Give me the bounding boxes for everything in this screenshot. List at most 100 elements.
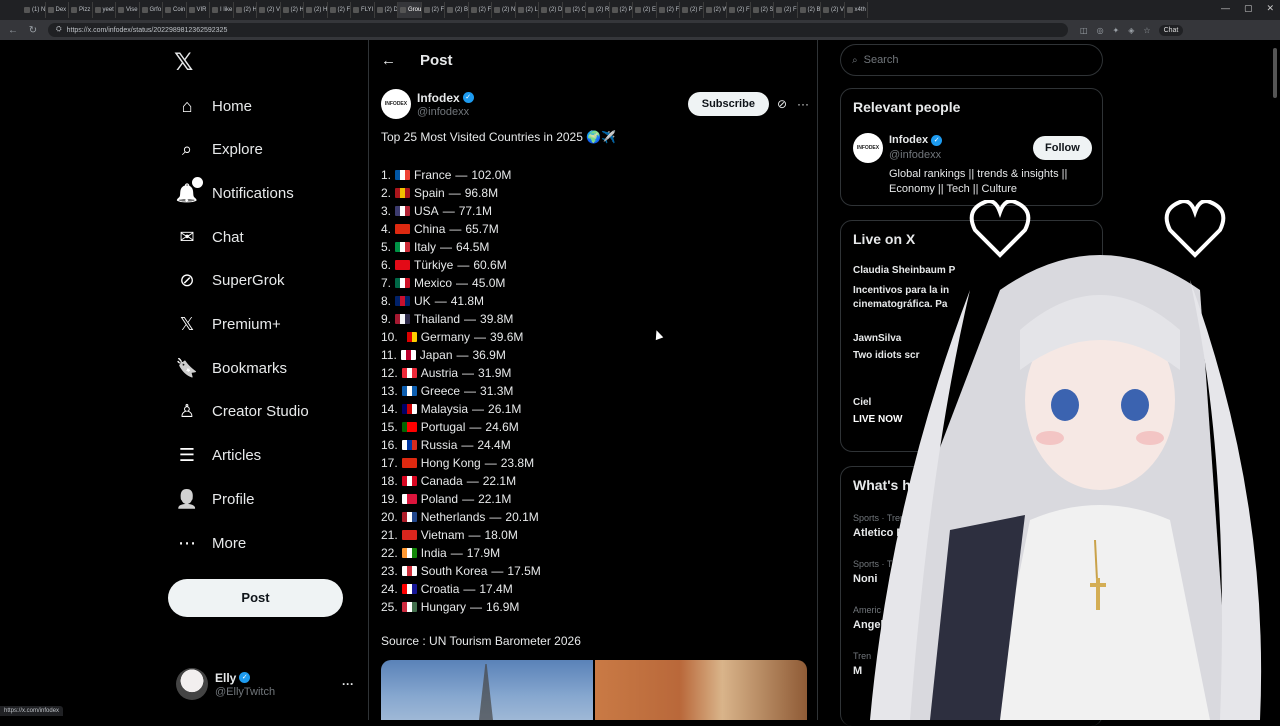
back-arrow-icon[interactable]: ←	[381, 52, 396, 69]
author-avatar[interactable]: INFODEX	[381, 89, 411, 119]
browser-tab[interactable]: FLYI	[351, 2, 375, 18]
media-image-spain[interactable]	[595, 660, 807, 720]
reload-icon[interactable]: ↻	[26, 25, 40, 36]
back-icon[interactable]: ←	[6, 25, 20, 36]
more-icon[interactable]: ···	[797, 97, 809, 111]
sidebar-item-premium[interactable]: 𝕏 Premium+	[176, 310, 281, 340]
browser-tab[interactable]: yeet	[93, 2, 116, 18]
extension-icon[interactable]: ◫	[1080, 26, 1088, 35]
grok-icon[interactable]: ⊘	[777, 97, 787, 111]
star-icon[interactable]: ☆	[1143, 26, 1150, 35]
live-item[interactable]: Claudia Sheinbaum P Incentivos para la i…	[853, 265, 955, 312]
browser-tab[interactable]: (2) F	[469, 2, 492, 18]
browser-tab[interactable]: (2) H	[234, 2, 257, 18]
browser-tab[interactable]: (2) C	[563, 2, 586, 18]
scrollbar-thumb[interactable]	[1273, 48, 1277, 98]
browser-tab[interactable]: (2) F	[680, 2, 704, 18]
eiffel-tower-shape	[479, 664, 493, 720]
page-scrollbar[interactable]	[1272, 40, 1278, 720]
sidebar-item-articles[interactable]: ☰ Articles	[176, 441, 261, 471]
browser-tab[interactable]: Dex	[46, 2, 69, 18]
x-icon: 𝕏	[179, 314, 195, 334]
maximize-icon[interactable]: ▢	[1244, 3, 1253, 14]
browser-tab[interactable]: I like	[210, 2, 234, 18]
trend-name[interactable]: Angeli	[853, 619, 887, 631]
trend-name[interactable]: M	[853, 665, 862, 677]
sidebar-item-chat[interactable]: ✉ Chat	[176, 222, 243, 252]
close-icon[interactable]: ✕	[1266, 3, 1274, 14]
sidebar-item-explore[interactable]: ⌕ Explore	[176, 135, 263, 165]
list-item: 16. Russia —24.4M	[381, 436, 541, 454]
browser-tab[interactable]: VIR	[187, 2, 210, 18]
browser-tab[interactable]: (1) N	[22, 2, 46, 18]
extension-icon[interactable]: ✦	[1113, 26, 1120, 35]
live-item[interactable]: JawnSilva Two idiots scr	[853, 333, 920, 361]
browser-tab[interactable]: x4th	[845, 2, 868, 18]
avatar[interactable]: INFODEX	[853, 133, 883, 163]
subscribe-button[interactable]: Subscribe	[687, 92, 769, 116]
browser-tab[interactable]: (2) D	[375, 2, 398, 18]
browser-tab[interactable]: (2) F	[422, 2, 445, 18]
sidebar-item-bookmarks[interactable]: 🔖 Bookmarks	[176, 353, 287, 383]
live-item[interactable]: Ciel LIVE NOW	[853, 397, 902, 425]
sidebar-item-notifications[interactable]: 🔔 2 Notifications	[176, 177, 294, 208]
favicon-icon	[376, 7, 383, 13]
trend-name[interactable]: Atletico M	[853, 527, 906, 539]
browser-tab[interactable]: (2) H	[304, 2, 328, 18]
browser-tab[interactable]: (2) B	[798, 2, 821, 18]
extension-icon[interactable]: ◎	[1097, 26, 1104, 35]
browser-tab[interactable]: (2) V	[257, 2, 281, 18]
browser-tab[interactable]: (2) R	[586, 2, 610, 18]
account-switcher[interactable]: Elly ✓ @EllyTwitch ···	[176, 666, 354, 702]
card-title: Relevant people	[853, 99, 961, 115]
sidebar-item-profile[interactable]: 👤 Profile	[176, 484, 255, 514]
chat-pill-button[interactable]: Chat	[1158, 24, 1184, 36]
browser-tab[interactable]: (2) S	[751, 2, 774, 18]
browser-tab[interactable]: (2) F	[727, 2, 751, 18]
compose-post-button[interactable]: Post	[168, 579, 343, 617]
browser-tab[interactable]: Grfo	[140, 2, 163, 18]
browser-tab[interactable]: Pizz	[69, 2, 93, 18]
browser-tab[interactable]: (2) B	[445, 2, 469, 18]
sidebar-item-creator-studio[interactable]: ♙ Creator Studio	[176, 397, 309, 427]
trend-name[interactable]: Noni	[853, 573, 877, 585]
search-input[interactable]: ⌕ Search	[840, 44, 1103, 76]
person-name[interactable]: Infodex	[889, 134, 928, 146]
sidebar-item-home[interactable]: ⌂ Home	[176, 91, 252, 121]
author-name[interactable]: Infodex	[417, 91, 460, 105]
browser-tab[interactable]: (2) V	[821, 2, 845, 18]
favicon-icon	[259, 7, 265, 13]
rank-number: 8.	[381, 294, 392, 308]
browser-tab[interactable]: (2) W	[704, 2, 727, 18]
country-name: Portugal	[420, 420, 466, 434]
extension-icon[interactable]: ◈	[1128, 26, 1134, 35]
browser-tab[interactable]: (2) N	[492, 2, 516, 18]
more-icon[interactable]: ···	[342, 677, 354, 691]
browser-tab[interactable]: (2) D	[539, 2, 563, 18]
browser-tab[interactable]: (2) H	[281, 2, 304, 18]
visitor-count: 16.9M	[486, 600, 520, 614]
browser-tab[interactable]: (2) L	[516, 2, 539, 18]
browser-tab[interactable]: (2) E	[633, 2, 657, 18]
media-image-paris[interactable]	[381, 660, 593, 720]
follow-button[interactable]: Follow	[1033, 136, 1092, 160]
author-handle[interactable]: @infodexx	[417, 106, 474, 118]
browser-tab[interactable]: Coin	[163, 2, 187, 18]
tab-label: (2) B	[807, 7, 821, 13]
sidebar-item-more[interactable]: ⋯ More	[176, 528, 246, 558]
browser-tab[interactable]: (2) P	[610, 2, 633, 18]
post-media[interactable]	[381, 660, 807, 720]
sidebar-item-supergrok[interactable]: ⊘ SuperGrok	[176, 266, 284, 296]
favicon-icon	[588, 7, 594, 13]
flag-icon	[400, 350, 416, 360]
browser-tab[interactable]: Grou	[398, 2, 422, 18]
url-input[interactable]: ⛭ https://x.com/infodex/status/202298981…	[48, 23, 1068, 37]
browser-tab[interactable]: (2) F	[774, 2, 798, 18]
browser-tab[interactable]: Vise	[116, 2, 140, 18]
list-item: 19. Poland —22.1M	[381, 490, 541, 508]
browser-tab[interactable]: (2) F	[657, 2, 680, 18]
browser-tab[interactable]: (2) F	[328, 2, 351, 18]
minimize-icon[interactable]: —	[1221, 3, 1230, 14]
x-logo-icon[interactable]: 𝕏	[174, 50, 200, 76]
separator: —	[484, 456, 497, 470]
